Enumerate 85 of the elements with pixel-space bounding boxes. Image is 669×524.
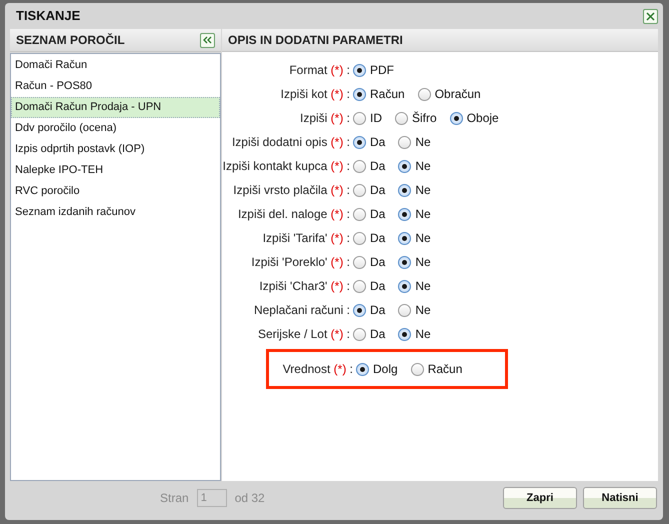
option-label: Da [370, 278, 386, 295]
field-label: Vrednost (*) : [282, 362, 353, 376]
field-label: Izpiši 'Tarifa' (*) : [262, 231, 350, 245]
option-label: Ne [415, 182, 431, 199]
option-label: Ne [415, 278, 431, 295]
radio-button[interactable] [353, 64, 366, 76]
close-button[interactable] [643, 8, 658, 24]
dialog-button[interactable]: Natisni [583, 487, 657, 509]
option-label: Ne [415, 230, 431, 247]
radio-button[interactable] [398, 304, 412, 316]
field-label: Neplačani računi : [254, 303, 350, 317]
close-icon [646, 12, 655, 20]
radio-button[interactable] [353, 160, 366, 172]
radio-button[interactable] [450, 112, 463, 124]
option-label: Račun [370, 86, 405, 103]
option-label: ID [370, 110, 382, 127]
report-item[interactable]: Domači Račun Prodaja - UPN [11, 97, 220, 118]
option-label: Dolg [373, 361, 398, 378]
report-item[interactable]: Domači Račun [11, 55, 220, 76]
radio-button[interactable] [398, 256, 412, 268]
radio-button[interactable] [398, 280, 412, 292]
radio-button[interactable] [410, 362, 424, 376]
field-label: Format (*) : [289, 63, 350, 77]
option-label: Ne [415, 206, 431, 223]
report-item[interactable]: Ddv poročilo (ocena) [11, 118, 220, 139]
option-label: Da [370, 182, 386, 199]
option-label: Da [370, 158, 386, 175]
radio-button[interactable] [353, 136, 366, 148]
field-label: Izpiši del. naloge (*) : [238, 207, 350, 221]
field-label: Izpiši dodatni opis (*) : [232, 135, 350, 149]
double-chevron-icon [203, 36, 212, 44]
option-label: Da [370, 302, 386, 319]
radio-button[interactable] [353, 232, 366, 244]
dialog-title: TISKANJE [15, 7, 80, 26]
option-label: Ne [415, 254, 431, 271]
page-field: 1 [196, 489, 227, 507]
radio-button[interactable] [353, 88, 366, 100]
field-label: Izpiši vrsto plačila (*) : [233, 183, 350, 197]
option-label: Račun [428, 361, 462, 378]
option-label: Da [370, 230, 386, 247]
radio-button[interactable] [398, 136, 412, 148]
radio-button[interactable] [353, 280, 366, 292]
panel-title: SEZNAM POROČIL [16, 32, 125, 49]
page-total: od 32 [234, 490, 265, 507]
collapse-button[interactable] [200, 32, 215, 48]
radio-button[interactable] [353, 208, 366, 220]
radio-button[interactable] [353, 184, 366, 196]
field-label: Izpiši 'Char3' (*) : [259, 279, 350, 293]
dialog-button[interactable]: Zapri [503, 487, 577, 509]
radio-button[interactable] [353, 256, 366, 268]
option-label: Šifro [412, 110, 437, 127]
radio-button[interactable] [353, 304, 366, 316]
radio-button[interactable] [395, 112, 408, 124]
report-item[interactable]: Nalepke IPO-TEH [11, 160, 220, 181]
radio-button[interactable] [398, 184, 412, 196]
radio-button[interactable] [353, 328, 366, 340]
option-label: Da [370, 134, 386, 151]
field-label: Izpiši kot (*) : [280, 87, 350, 101]
pager-label: Stran [160, 490, 189, 507]
option-label: Da [370, 326, 386, 343]
field-label: Izpiši 'Poreklo' (*) : [251, 255, 350, 269]
radio-button[interactable] [398, 160, 412, 172]
option-label: Ne [415, 158, 431, 175]
field-label: Izpiši kontakt kupca (*) : [222, 159, 350, 173]
panel-title: OPIS IN DODATNI PARAMETRI [228, 32, 403, 49]
option-label: Ne [415, 302, 431, 319]
option-label: Da [370, 206, 386, 223]
report-item[interactable]: Račun - POS80 [11, 76, 220, 97]
field-label: Izpiši (*) : [300, 111, 350, 125]
radio-button[interactable] [398, 208, 412, 220]
radio-button[interactable] [353, 112, 366, 124]
report-item[interactable]: Izpis odprtih postavk (IOP) [11, 139, 220, 160]
option-label: Da [370, 254, 386, 271]
option-label: PDF [370, 62, 394, 79]
option-label: Ne [415, 134, 431, 151]
field-label: Serijske / Lot (*) : [258, 327, 350, 341]
option-label: Ne [415, 326, 431, 343]
option-label: Obračun [434, 86, 481, 103]
report-item[interactable]: Seznam izdanih računov [11, 202, 220, 223]
radio-button[interactable] [356, 362, 369, 376]
option-label: Oboje [466, 110, 499, 127]
report-item[interactable]: RVC poročilo [11, 181, 220, 202]
radio-button[interactable] [398, 232, 412, 244]
radio-button[interactable] [418, 88, 431, 100]
radio-button[interactable] [398, 328, 412, 340]
